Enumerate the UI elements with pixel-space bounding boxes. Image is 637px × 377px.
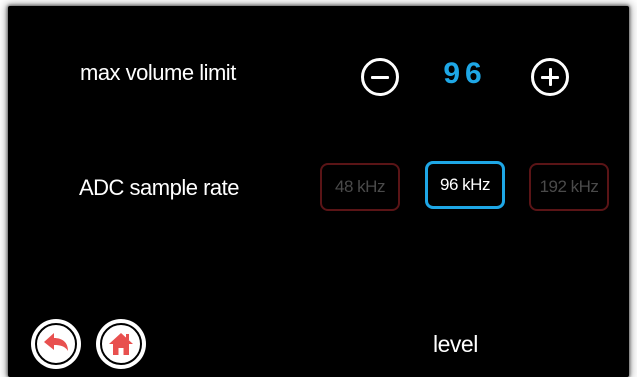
volume-decrement-button[interactable]: [361, 58, 399, 96]
volume-increment-button[interactable]: [531, 58, 569, 96]
settings-screen: max volume limit 96 ADC sample rate 48 k…: [8, 6, 629, 377]
minus-circle-icon: [371, 75, 389, 79]
home-icon: [109, 333, 133, 355]
back-arrow-icon: [44, 333, 68, 351]
home-button[interactable]: [96, 319, 146, 369]
max-volume-label: max volume limit: [80, 60, 236, 85]
sample-rate-option-96khz[interactable]: 96 kHz: [425, 161, 505, 209]
sample-rate-option-192khz[interactable]: 192 kHz: [529, 163, 609, 211]
sample-rate-option-48khz[interactable]: 48 kHz: [320, 163, 400, 211]
back-button[interactable]: [31, 319, 81, 369]
max-volume-value: 96: [443, 57, 487, 90]
page-title: level: [433, 331, 478, 357]
adc-sample-rate-label: ADC sample rate: [79, 175, 240, 200]
